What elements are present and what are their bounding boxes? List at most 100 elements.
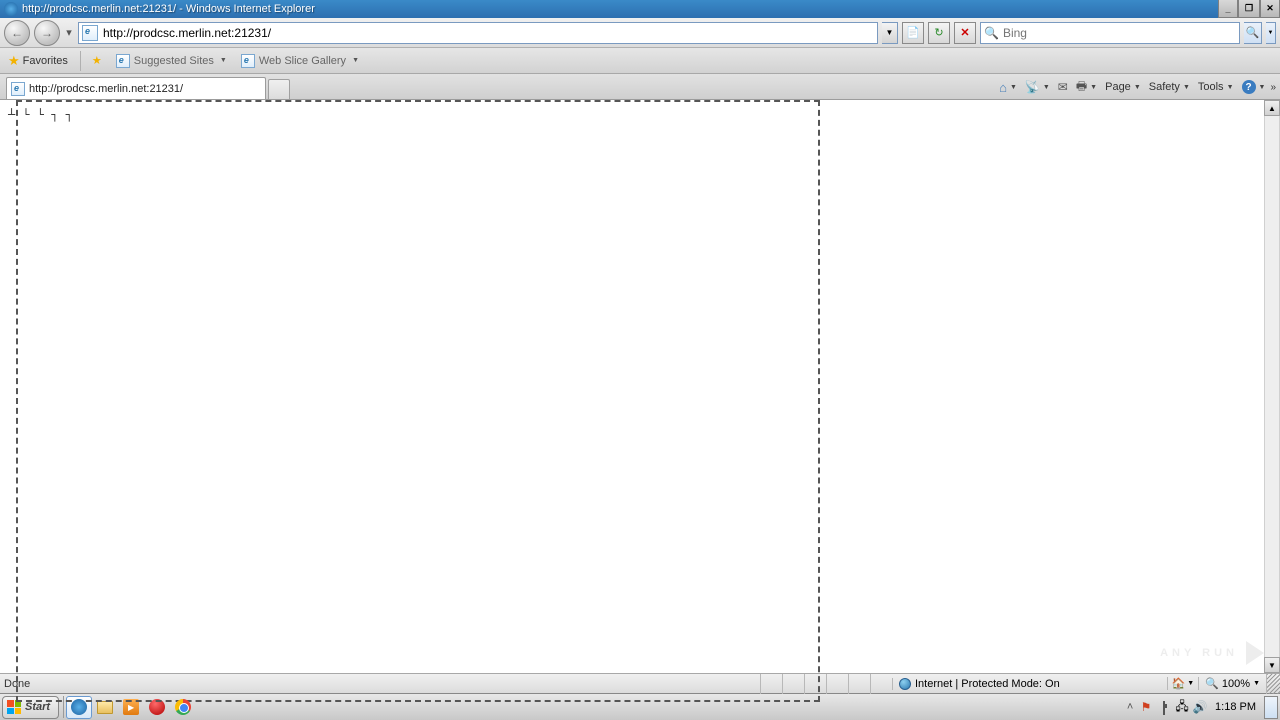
- favorites-bar: ★ Favorites ★ Suggested Sites ▼ Web Slic…: [0, 48, 1280, 74]
- taskbar-opera[interactable]: [144, 696, 170, 719]
- start-button[interactable]: Start: [2, 696, 59, 719]
- tray-overflow[interactable]: ˄: [1123, 701, 1137, 713]
- start-label: Start: [25, 701, 50, 713]
- taskbar-ie[interactable]: [66, 696, 92, 719]
- volume-icon[interactable]: 🔊: [1191, 700, 1209, 714]
- watermark-text: ANY RUN: [1160, 647, 1238, 659]
- tools-menu-label: Tools: [1198, 81, 1224, 93]
- zoom-icon: 🔍: [1205, 677, 1219, 690]
- home-button[interactable]: ⌂▼: [996, 78, 1020, 97]
- feeds-button[interactable]: 📡▼: [1022, 78, 1053, 96]
- address-dropdown[interactable]: ▼: [882, 22, 898, 44]
- new-tab-button[interactable]: [268, 79, 290, 99]
- web-slice-gallery-link[interactable]: Web Slice Gallery ▼: [238, 52, 362, 70]
- nav-history-dropdown[interactable]: ▾: [64, 26, 74, 39]
- read-mail-button[interactable]: ✉: [1055, 78, 1071, 96]
- page-menu[interactable]: Page▼: [1102, 79, 1144, 95]
- favorites-label: Favorites: [23, 55, 68, 67]
- page-menu-label: Page: [1105, 81, 1131, 93]
- network-icon[interactable]: 🖧: [1173, 697, 1191, 718]
- status-pane: [826, 674, 848, 694]
- scrollbar-track[interactable]: [1264, 116, 1280, 657]
- media-player-icon: ▶: [123, 699, 139, 715]
- page-icon: [11, 82, 25, 96]
- watermark: ANY RUN: [1160, 641, 1264, 665]
- zoom-control[interactable]: 🔍 100% ▼: [1198, 677, 1266, 690]
- status-pane: [760, 674, 782, 694]
- tools-menu[interactable]: Tools▼: [1195, 79, 1237, 95]
- resize-grip[interactable]: [1266, 674, 1280, 694]
- window-titlebar: http://prodcsc.merlin.net:21231/ - Windo…: [0, 0, 1280, 18]
- taskbar-explorer[interactable]: [92, 696, 118, 719]
- address-input[interactable]: [101, 23, 877, 43]
- system-tray: ˄ ⚑ 🖧 🔊 1:18 PM: [1123, 694, 1280, 720]
- toolbar-overflow[interactable]: »: [1270, 82, 1276, 93]
- page-viewport: ▲ ▼ ┴ └ └ ┐ ┐ ANY RUN: [0, 100, 1280, 673]
- safety-menu[interactable]: Safety▼: [1146, 79, 1193, 95]
- search-provider-dropdown[interactable]: ▼: [1266, 22, 1276, 44]
- selection-rectangle: [16, 100, 820, 702]
- suggested-sites-link[interactable]: Suggested Sites ▼: [113, 52, 230, 70]
- play-icon: [1246, 641, 1264, 665]
- ie-icon: [71, 699, 87, 715]
- web-slice-label: Web Slice Gallery: [259, 55, 346, 67]
- rss-icon: 📡: [1025, 80, 1040, 94]
- show-desktop-button[interactable]: [1264, 696, 1278, 719]
- back-button[interactable]: ←: [4, 20, 30, 46]
- print-button[interactable]: 🖶▼: [1073, 75, 1100, 100]
- mail-icon: ✉: [1058, 80, 1068, 94]
- tab-active[interactable]: http://prodcsc.merlin.net:21231/: [6, 77, 266, 99]
- zone-label: Internet | Protected Mode: On: [915, 678, 1060, 690]
- status-pane: [870, 674, 892, 694]
- address-bar[interactable]: [78, 22, 878, 44]
- tab-title: http://prodcsc.merlin.net:21231/: [29, 83, 183, 95]
- search-icon: 🔍: [984, 26, 999, 40]
- safety-menu-label: Safety: [1149, 81, 1180, 93]
- star-add-icon: ★: [92, 54, 102, 67]
- minimize-button[interactable]: _: [1218, 0, 1238, 18]
- globe-icon: [899, 678, 911, 690]
- close-button[interactable]: ✕: [1260, 0, 1280, 18]
- ie-icon: [4, 2, 18, 16]
- taskbar-chrome[interactable]: [170, 696, 196, 719]
- suggested-sites-label: Suggested Sites: [134, 55, 214, 67]
- search-input[interactable]: [1003, 26, 1236, 40]
- page-content: ┴ └ └ ┐ ┐: [0, 100, 1280, 130]
- opera-icon: [149, 699, 165, 715]
- windows-logo-icon: [7, 700, 21, 714]
- protected-mode-button[interactable]: 🏠▼: [1167, 677, 1199, 690]
- action-center-icon[interactable]: ⚑: [1137, 700, 1155, 714]
- status-text: Done: [0, 678, 760, 690]
- star-icon: ★: [8, 53, 20, 69]
- taskbar-clock[interactable]: 1:18 PM: [1209, 701, 1262, 713]
- add-to-favorites-bar[interactable]: ★: [89, 52, 105, 69]
- zoom-value: 100%: [1222, 678, 1250, 690]
- home-icon: ⌂: [999, 80, 1007, 95]
- tab-row: http://prodcsc.merlin.net:21231/ ⌂▼ 📡▼ ✉…: [0, 74, 1280, 100]
- status-pane: [848, 674, 870, 694]
- separator: [63, 696, 64, 718]
- favorites-button[interactable]: ★ Favorites: [4, 51, 72, 71]
- page-icon: [82, 25, 98, 41]
- help-button[interactable]: ?▼: [1239, 78, 1269, 96]
- scroll-down-button[interactable]: ▼: [1264, 657, 1280, 673]
- command-bar: ⌂▼ 📡▼ ✉ 🖶▼ Page▼ Safety▼ Tools▼ ?▼ »: [996, 74, 1276, 100]
- stop-button[interactable]: ✕: [954, 22, 976, 44]
- compat-view-button[interactable]: 📄: [902, 22, 924, 44]
- forward-button[interactable]: →: [34, 20, 60, 46]
- restore-button[interactable]: ❐: [1238, 0, 1260, 18]
- refresh-button[interactable]: ↻: [928, 22, 950, 44]
- folder-icon: [97, 701, 113, 714]
- search-go-button[interactable]: 🔍: [1244, 22, 1262, 44]
- help-icon: ?: [1242, 80, 1256, 94]
- battery-icon[interactable]: [1155, 700, 1173, 714]
- shield-icon: 🏠: [1172, 677, 1186, 690]
- page-icon: [116, 54, 130, 68]
- chevron-down-icon: ▼: [352, 57, 359, 64]
- security-zone[interactable]: Internet | Protected Mode: On: [892, 678, 1167, 690]
- search-box[interactable]: 🔍: [980, 22, 1240, 44]
- taskbar-media-player[interactable]: ▶: [118, 696, 144, 719]
- print-icon: 🖶: [1076, 77, 1087, 98]
- page-icon: [241, 54, 255, 68]
- scroll-up-button[interactable]: ▲: [1264, 100, 1280, 116]
